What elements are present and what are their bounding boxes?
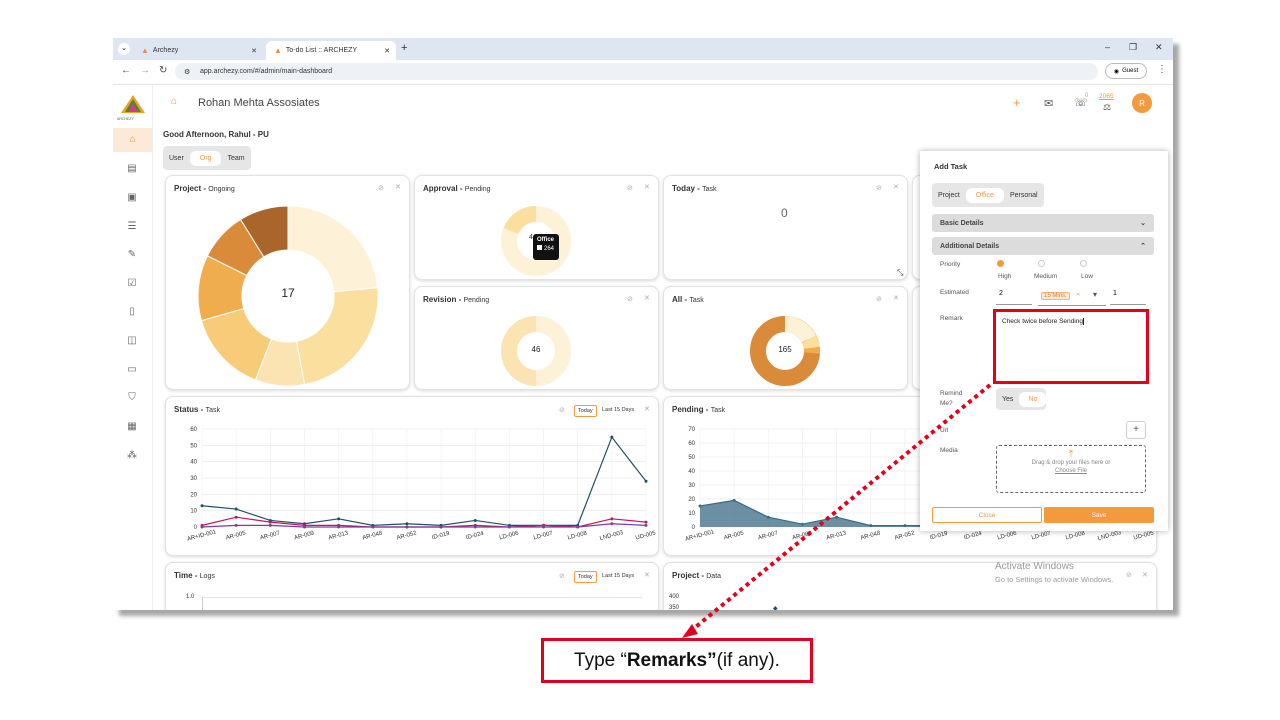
callout-prefix: Type “ <box>574 649 627 671</box>
callout-bold: Remarks” <box>626 649 717 671</box>
callout-suffix: (if any). <box>716 649 780 671</box>
instruction-callout: Type “Remarks” (if any). <box>541 638 813 683</box>
pointer-overlay <box>682 383 992 638</box>
pointer-arrowhead <box>682 624 698 638</box>
dotted-pointer-line <box>690 383 992 632</box>
